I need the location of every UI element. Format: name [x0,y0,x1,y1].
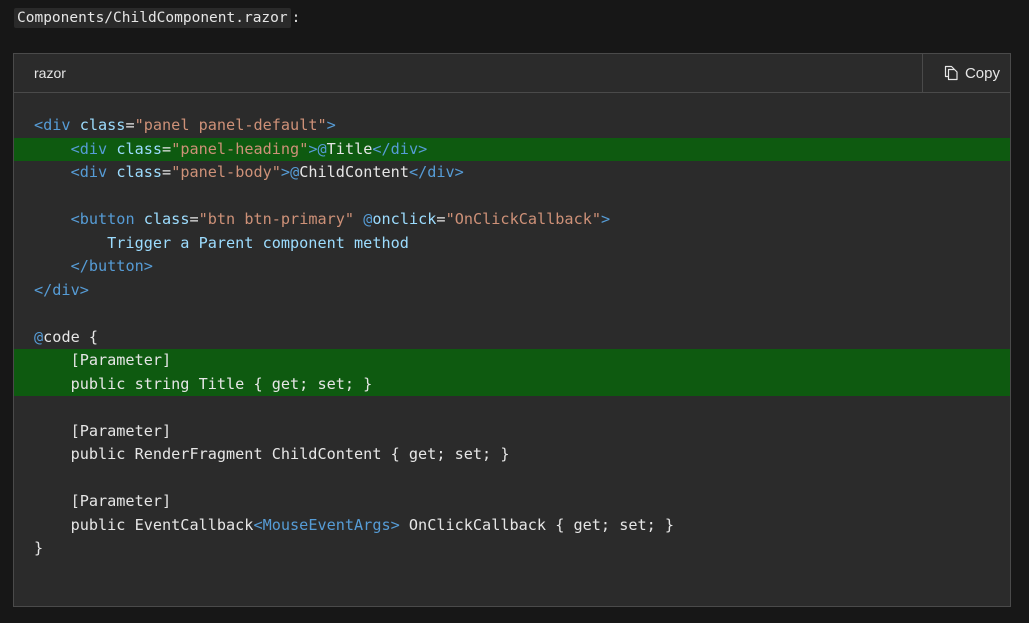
code-token: </div> [372,139,428,158]
code-header: razor Copy [14,54,1010,93]
code-token: OnClickCallback { get; set; } [399,515,675,534]
code-token: = [162,163,172,181]
code-token: </button> [70,257,153,275]
language-label: razor [34,65,66,81]
code-token: public RenderFragment ChildContent { get… [34,445,510,463]
code-line: <button class="btn btn-primary" @onclick… [14,208,1010,232]
code-token: "panel-heading" [171,139,309,158]
code-token: Trigger a Parent component method [34,233,409,252]
code-token: onclick [372,210,437,228]
code-token: class [143,210,190,228]
code-token: class [79,116,126,134]
code-token: <div [70,139,108,158]
code-token: <button [70,210,135,228]
file-path: Components/ChildComponent.razor [14,8,291,28]
copy-icon [943,65,959,81]
code-token: @ [290,163,300,181]
code-token: "OnClickCallback" [445,210,602,228]
copy-button[interactable]: Copy [921,54,1010,92]
code-token: class [116,163,163,181]
code-token: <div [34,116,71,134]
code-token: > [280,163,291,181]
code-token: = [436,210,446,228]
code-line-highlighted: public string Title { get; set; } [14,372,1010,396]
code-line-highlighted: <div class="panel-heading">@Title</div> [14,137,1010,161]
code-line: <div class="panel-body">@ChildContent</d… [14,161,1010,185]
code-token: </div> [34,280,89,299]
code-token: "btn btn-primary" [198,210,355,228]
code-token: Title [326,139,373,158]
code-token: > [308,139,318,158]
code-line: <div class="panel panel-default"> [14,114,1010,138]
caption-colon: : [291,10,301,26]
code-line: </button> [14,255,1010,279]
code-token: @ [34,327,44,346]
code-line: [Parameter] [14,420,1010,444]
code-token: code { [43,327,99,346]
code-line: public EventCallback<MouseEventArgs> OnC… [14,514,1010,538]
code-token: = [125,116,135,134]
code-token: public EventCallback [34,515,254,534]
code-line: @code { [14,326,1010,350]
code-token: "panel panel-default" [134,116,327,134]
code-token: > [601,210,611,228]
code-token: > [326,116,336,134]
code-token: @ [317,139,327,158]
code-line-highlighted: [Parameter] [14,349,1010,373]
code-token: ChildContent [299,163,409,181]
code-token: "panel-body" [171,163,281,181]
copy-label: Copy [964,64,1000,82]
code-line: public RenderFragment ChildContent { get… [14,443,1010,467]
code-token: [Parameter] [34,421,172,440]
code-body[interactable]: <div class="panel panel-default"> <div c… [14,93,1010,561]
code-line: } [14,537,1010,561]
file-caption: Components/ChildComponent.razor: [14,6,300,30]
code-token: = [162,139,172,158]
code-token: = [189,210,199,228]
code-token: <MouseEventArgs> [253,515,400,534]
code-token: } [34,539,44,557]
code-token: [Parameter] [34,492,172,510]
code-line: Trigger a Parent component method [14,232,1010,256]
code-token: <div [70,163,108,181]
code-block: razor Copy <div class="panel panel-defau… [13,53,1011,607]
code-line: [Parameter] [14,490,1010,514]
code-token: class [116,139,163,158]
code-line: </div> [14,279,1010,303]
code-token: </div> [408,163,464,181]
code-token: [Parameter] [34,351,172,369]
code-token: public string Title { get; set; } [34,374,373,393]
